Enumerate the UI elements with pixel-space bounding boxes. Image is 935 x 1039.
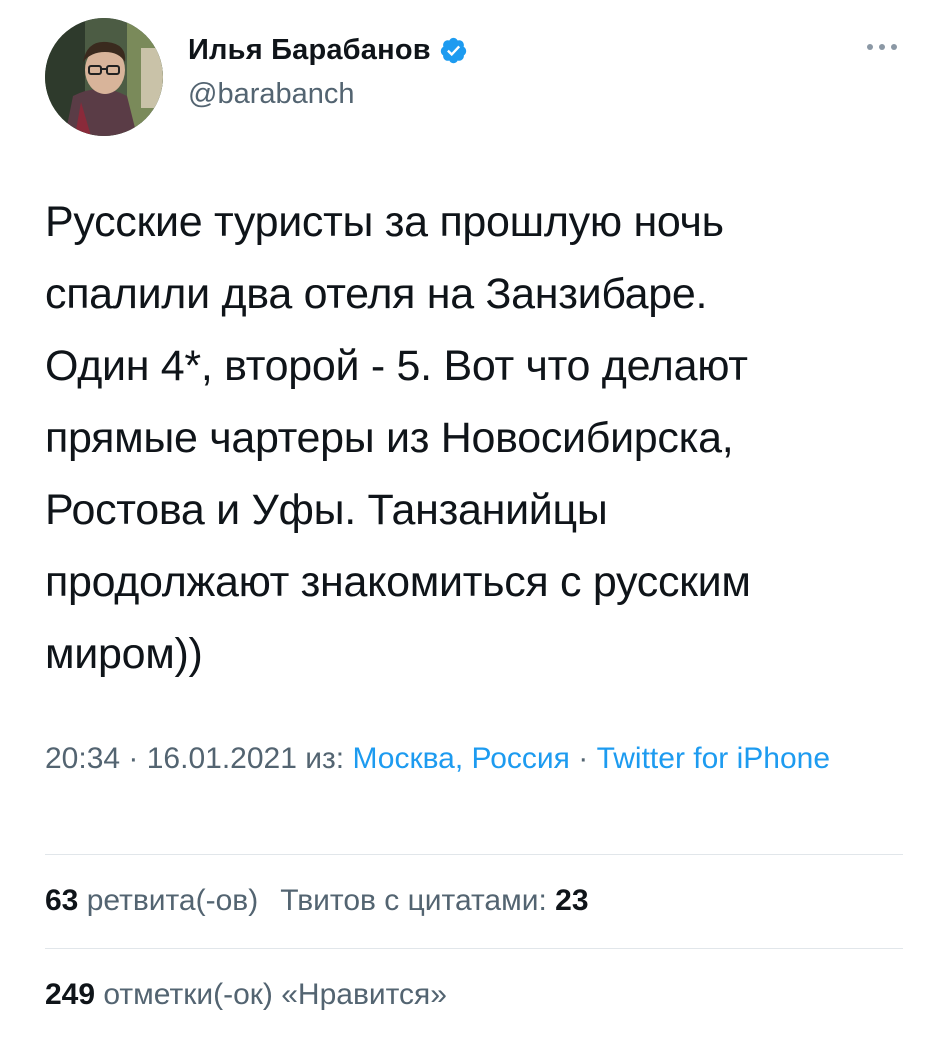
retweet-stats-row: 63 ретвита(-ов) Твитов с цитатами: 23 bbox=[45, 884, 589, 918]
author-display-name[interactable]: Илья Барабанов bbox=[188, 34, 431, 67]
from-label: из: bbox=[296, 742, 353, 775]
meta-separator: · bbox=[120, 742, 147, 775]
verified-badge-icon bbox=[439, 36, 468, 65]
author-info: Илья Барабанов @barabanch bbox=[188, 32, 468, 111]
author-handle[interactable]: @barabanch bbox=[188, 78, 468, 111]
likes-stats-row: 249 отметки(-ок) «Нравится» bbox=[45, 978, 447, 1012]
location-link[interactable]: Москва, Россия bbox=[352, 742, 569, 775]
tweet-date[interactable]: 16.01.2021 bbox=[147, 742, 297, 775]
tweet-header: Илья Барабанов @barabanch bbox=[45, 18, 905, 136]
tweet-time[interactable]: 20:34 bbox=[45, 742, 120, 775]
likes-count: 249 bbox=[45, 978, 96, 1011]
tweet-text: Русские туристы за прошлую ночь спалили … bbox=[45, 198, 751, 678]
avatar[interactable] bbox=[45, 18, 163, 136]
name-row: Илья Барабанов bbox=[188, 32, 468, 68]
meta-separator: · bbox=[569, 742, 597, 775]
tweet-meta: 20:34 · 16.01.2021 из: Москва, Россия · … bbox=[45, 736, 875, 781]
source-link[interactable]: Twitter for iPhone bbox=[597, 742, 830, 775]
divider bbox=[45, 854, 903, 855]
divider bbox=[45, 948, 903, 949]
quotes-count: 23 bbox=[555, 884, 589, 917]
retweets-count: 63 bbox=[45, 884, 79, 917]
quotes-stat[interactable]: Твитов с цитатами: 23 bbox=[280, 884, 588, 918]
more-options-icon[interactable] bbox=[865, 40, 899, 54]
profile-photo-icon bbox=[45, 18, 163, 136]
quotes-label: Твитов с цитатами: bbox=[280, 884, 547, 917]
retweets-stat[interactable]: 63 ретвита(-ов) bbox=[45, 884, 258, 918]
retweets-label: ретвита(-ов) bbox=[86, 884, 259, 917]
likes-label: отметки(-ок) «Нравится» bbox=[103, 978, 447, 1011]
likes-stat[interactable]: 249 отметки(-ок) «Нравится» bbox=[45, 978, 447, 1012]
